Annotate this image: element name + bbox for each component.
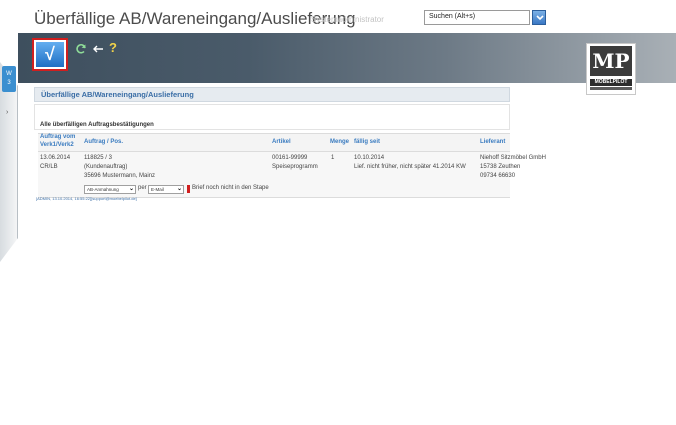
logo-underline: [590, 87, 632, 90]
side-panel-tab[interactable]: [0, 62, 18, 262]
col-header-auftrag-vom-line1: Auftrag vom: [40, 134, 76, 140]
channel-select-value: E-Mail: [151, 187, 164, 192]
status-indicator: [187, 185, 190, 193]
mahnung-select-value: AB-Anmahnung: [87, 187, 119, 192]
logo-mark: MP: [590, 46, 632, 76]
confirm-button[interactable]: √: [32, 38, 68, 71]
toolbar: √ ? MP MÖBELPILOT: [18, 33, 676, 95]
logo-text: MÖBELPILOT: [590, 79, 632, 86]
cell-date: 13.06.2014: [40, 155, 71, 161]
main-content: Überfällige AB/Wareneingang/Auslieferung…: [32, 83, 546, 203]
col-header-auftrag-vom[interactable]: Auftrag vom Verk1/Verk2: [40, 133, 75, 149]
col-header-faellig-seit[interactable]: fällig seit: [354, 138, 380, 146]
search-go-icon: [536, 15, 544, 21]
search-button[interactable]: [532, 10, 546, 25]
section-title: Alle überfälligen Auftragsbestätigungen: [40, 122, 154, 128]
cell-lieferant-name[interactable]: Niehoff Sitzmöbel GmbH: [480, 154, 546, 163]
side-tab-label[interactable]: W 3: [2, 66, 16, 92]
chevron-down-icon: ⌄: [128, 186, 134, 192]
col-header-menge[interactable]: Menge: [330, 138, 349, 146]
panel-title: Überfällige AB/Wareneingang/Auslieferung: [41, 90, 194, 99]
status-text: Brief noch nicht in den Stape: [192, 185, 269, 191]
back-arrow-icon[interactable]: [92, 43, 104, 57]
col-header-auftrag-pos[interactable]: Auftrag / Pos.: [84, 138, 123, 146]
cell-lieferant-ort: 15738 Zeuthen: [480, 164, 521, 170]
chevron-down-icon: ⌄: [176, 186, 182, 192]
col-header-auftrag-vom-line2: Verk1/Verk2: [40, 142, 74, 148]
left-rail: W 3 ›: [0, 0, 18, 425]
per-label: per: [138, 185, 147, 191]
search-input[interactable]: Suchen (Alt+s): [424, 10, 530, 25]
footer-info[interactable]: [ADMIN, 13.10.2014, 16:55:22][support@mo…: [36, 196, 137, 201]
cell-artikel-name: Speiseprogramm: [272, 164, 318, 170]
side-tab-label-line2: 3: [7, 80, 11, 86]
col-header-lieferant[interactable]: Lieferant: [480, 138, 505, 146]
cell-auftrag-type: (Kundenauftrag): [84, 164, 128, 170]
cell-menge: 1: [331, 155, 335, 161]
application-window: W 3 › Überfällige AB/Wareneingang/Auslie…: [0, 0, 676, 425]
cell-auftrag[interactable]: 118825 / 3: [84, 154, 112, 163]
refresh-icon[interactable]: [75, 43, 87, 57]
refresh-glyph: [76, 44, 86, 54]
cell-customer: 35696 Mustermann, Mainz: [84, 173, 156, 179]
moebelpilot-logo: MP MÖBELPILOT: [586, 43, 636, 95]
checkmark-icon: √: [36, 42, 64, 67]
user-role: Systemadministrator: [311, 15, 384, 24]
cell-verk: CR/LB: [40, 164, 58, 170]
cell-lieferant-tel: 09734 66630: [480, 173, 516, 179]
cell-artikel-nr[interactable]: 00161-99999: [272, 154, 307, 163]
col-header-artikel[interactable]: Artikel: [272, 138, 291, 146]
cell-lief-text: Lief. nicht früher, nicht später 41.2014…: [354, 164, 466, 170]
chevron-right-icon[interactable]: ›: [6, 109, 8, 116]
channel-select[interactable]: E-Mail ⌄: [148, 185, 184, 194]
panel-header: Überfällige AB/Wareneingang/Auslieferung: [34, 87, 510, 102]
page-title: Überfällige AB/Wareneingang/Auslieferung: [34, 9, 356, 28]
back-arrow-glyph: [93, 45, 103, 53]
side-tab-label-line1: W: [6, 71, 12, 77]
empty-area: [18, 203, 676, 425]
cell-faellig: 10.10.2014: [354, 155, 385, 161]
mahnung-select[interactable]: AB-Anmahnung ⌄: [84, 185, 136, 194]
header: Überfällige AB/Wareneingang/Auslieferung…: [18, 0, 676, 33]
help-icon[interactable]: ?: [109, 41, 117, 55]
